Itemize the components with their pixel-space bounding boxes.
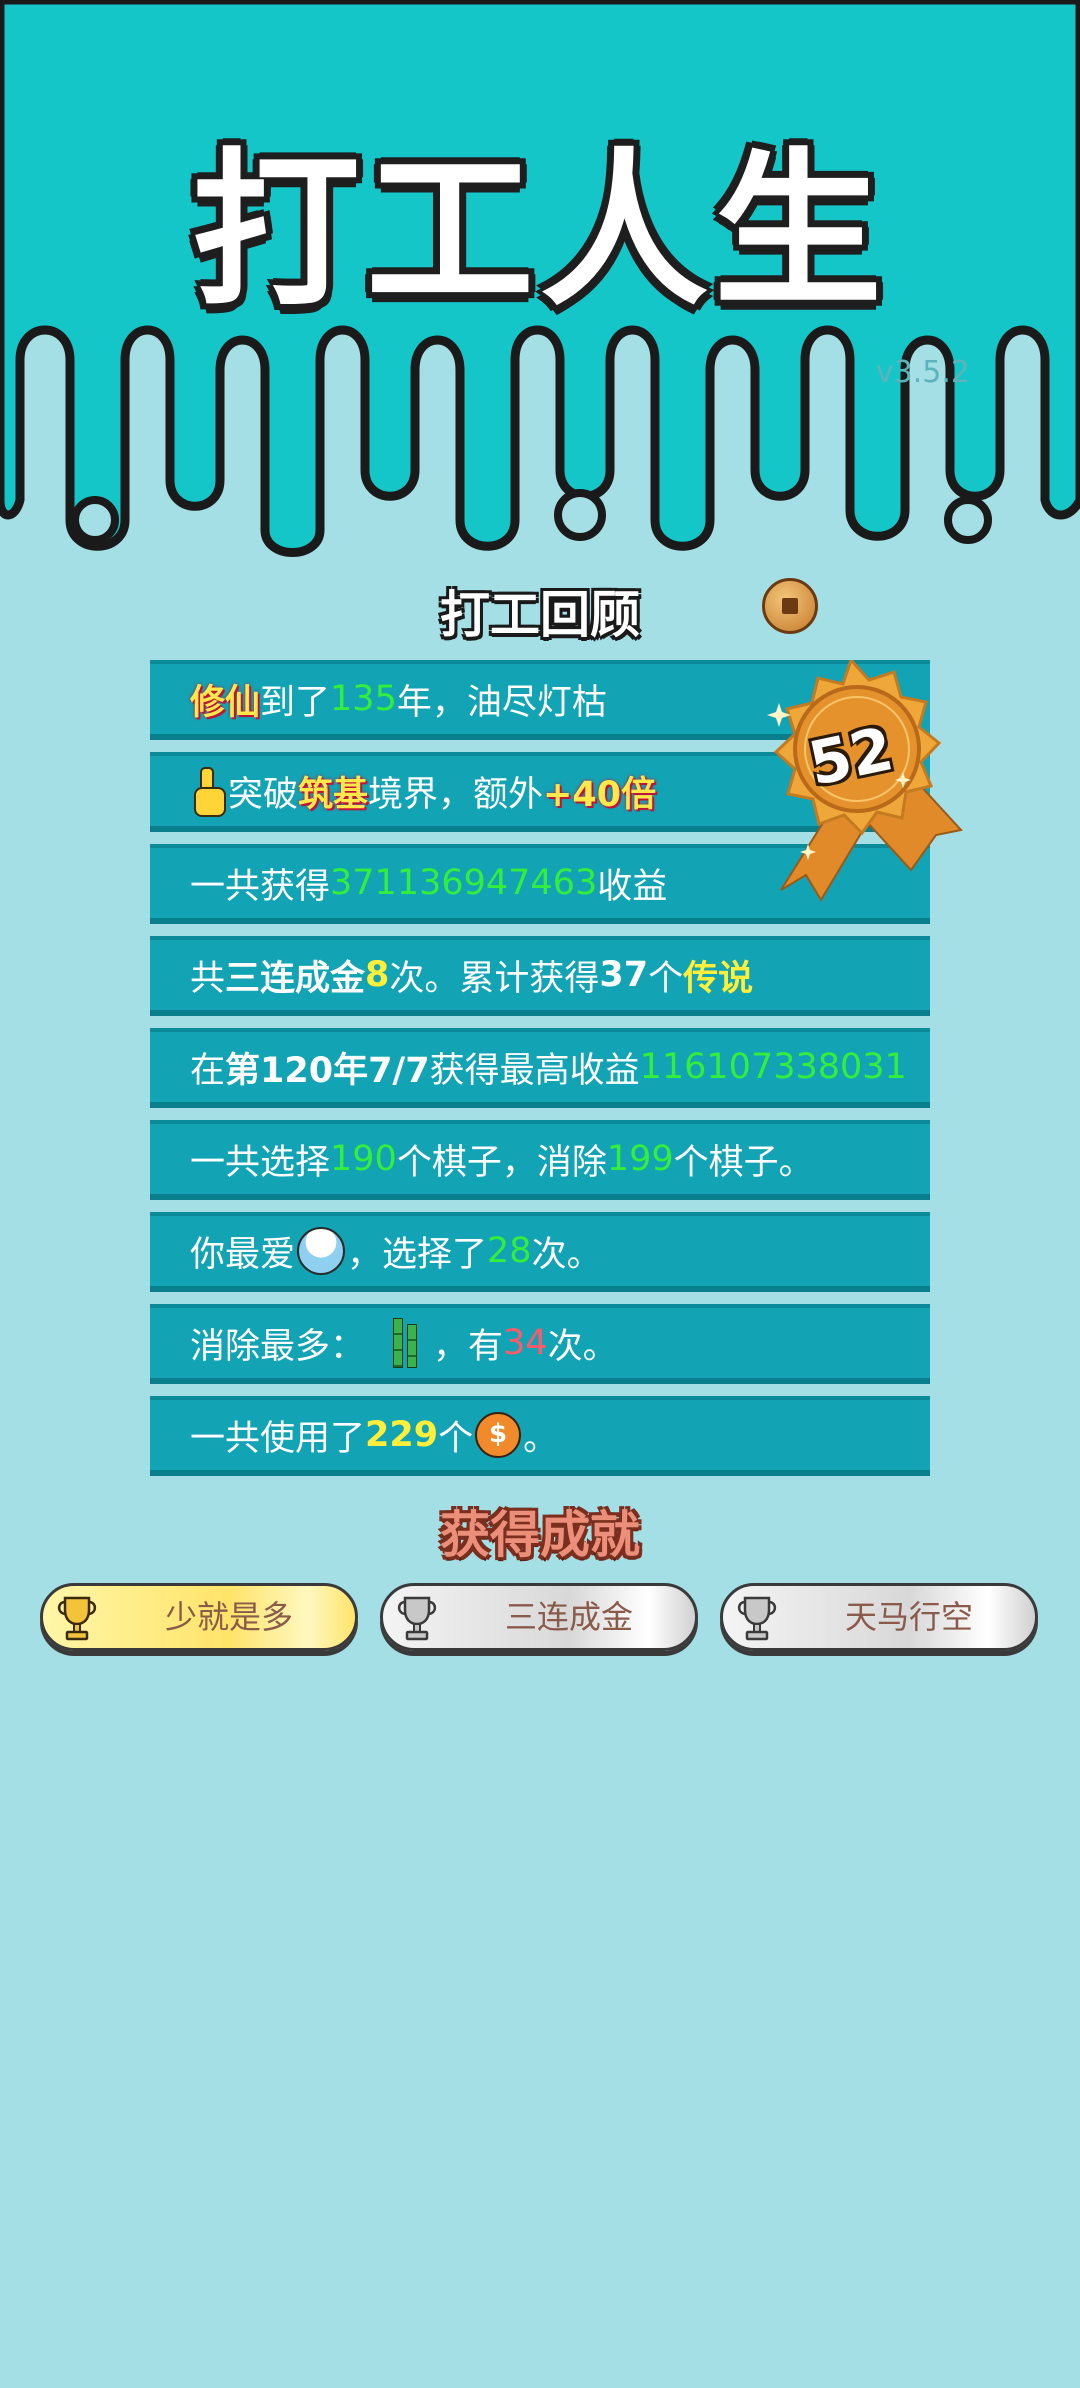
achievement-badge[interactable]: 三连成金 (380, 1583, 698, 1651)
rice-bowl-icon (297, 1227, 346, 1275)
bamboo-icon (389, 1318, 423, 1368)
ancient-coin-icon[interactable] (762, 578, 818, 634)
silver-trophy-icon (737, 1596, 777, 1641)
achievement-label: 天马行空 (844, 1598, 973, 1636)
review-title: 打工回顾 (440, 586, 640, 644)
achievement-badge[interactable]: 少就是多 (40, 1583, 358, 1651)
game-title: 打工人生 (192, 133, 888, 329)
header: 打工人生 v3.5.2 (0, 0, 1080, 560)
gold-trophy-icon (57, 1596, 97, 1641)
coin-icon: $ (475, 1412, 522, 1458)
achievement-badge[interactable]: 天马行空 (720, 1583, 1038, 1651)
stat-row-favorite: 你最爱 ，选择了 28 次。 (150, 1212, 930, 1292)
achievement-label: 少就是多 (164, 1598, 293, 1636)
stat-row-best-income: 在 第120年7/7 获得最高收益 116107338031 (150, 1028, 930, 1108)
stat-row-triple-gold: 共 三连成金 8 次。累计获得 37 个 传说 (150, 936, 930, 1016)
version-label: v3.5.2 (875, 355, 970, 390)
achievements-title: 获得成就 (440, 1506, 640, 1564)
silver-trophy-icon (397, 1596, 437, 1641)
pointing-hand-icon (190, 767, 226, 817)
medal-badge: 52 (736, 657, 966, 910)
stat-row-coins-used: 一共使用了 229 个 $ 。 (150, 1396, 930, 1476)
achievement-label: 三连成金 (504, 1598, 633, 1636)
stat-row-pieces: 一共选择 190 个棋子，消除 199 个棋子。 (150, 1120, 930, 1200)
stat-row-most-eliminated: 消除最多： ，有 34 次。 (150, 1304, 930, 1384)
